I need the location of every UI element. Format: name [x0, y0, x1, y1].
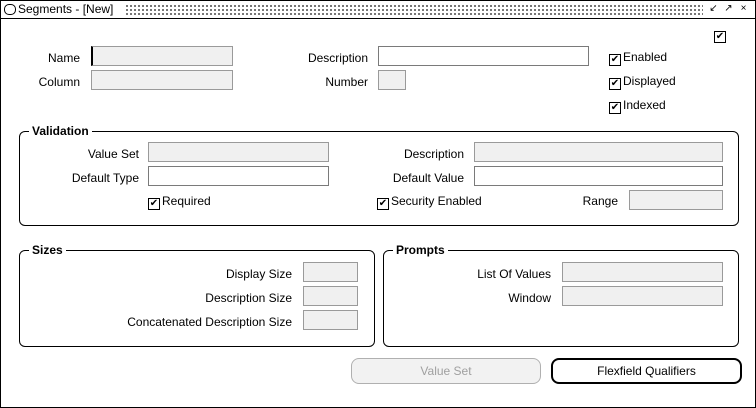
display-size-label: Display Size [225, 267, 292, 281]
enabled-checkbox[interactable]: ✔ Enabled [609, 49, 667, 66]
validation-description-field[interactable] [474, 142, 723, 162]
range-label: Range [582, 194, 618, 208]
check-icon: ✔ [714, 31, 726, 43]
flexfield-qualifiers-button[interactable]: Flexfield Qualifiers [551, 358, 742, 384]
check-icon: ✔ [609, 54, 621, 66]
window-title: Segments - [New] [18, 2, 114, 16]
name-field[interactable] [91, 46, 233, 66]
window-menu-icon[interactable] [4, 4, 16, 15]
range-field[interactable] [629, 190, 723, 210]
security-enabled-label: Security Enabled [391, 194, 482, 208]
number-field[interactable] [378, 70, 406, 90]
value-set-label: Value Set [87, 147, 139, 161]
concatenated-description-size-label: Concatenated Description Size [127, 315, 292, 329]
description-size-field[interactable] [303, 286, 358, 306]
column-label: Column [38, 75, 80, 89]
required-checkbox[interactable]: ✔ Required [148, 193, 211, 210]
description-field[interactable] [378, 46, 589, 66]
minimize-icon[interactable]: ↙ [707, 2, 720, 15]
default-type-field[interactable] [148, 166, 329, 186]
default-value-label: Default Value [392, 171, 464, 185]
context-checkbox[interactable]: ✔ [714, 26, 728, 43]
required-label: Required [162, 194, 211, 208]
check-icon: ✔ [609, 102, 621, 114]
list-of-values-field[interactable] [562, 262, 723, 282]
enabled-label: Enabled [623, 50, 668, 64]
title-bar[interactable]: Segments - [New] ↙ ↗ × [1, 1, 755, 19]
value-set-field[interactable] [148, 142, 329, 162]
number-label: Number [325, 75, 368, 89]
close-icon[interactable]: × [737, 2, 750, 15]
list-of-values-label: List Of Values [477, 267, 551, 281]
description-label: Description [307, 51, 368, 65]
indexed-label: Indexed [623, 98, 666, 112]
concatenated-description-size-field[interactable] [303, 310, 358, 330]
check-icon: ✔ [148, 198, 160, 210]
column-field[interactable] [91, 70, 233, 90]
segments-window: Segments - [New] ↙ ↗ × ✔ Name Column Des… [0, 0, 756, 408]
sizes-title: Sizes [29, 242, 66, 258]
check-icon: ✔ [609, 78, 621, 90]
title-bar-pattern [125, 4, 703, 15]
default-type-label: Default Type [71, 171, 139, 185]
default-value-field[interactable] [474, 166, 723, 186]
security-enabled-checkbox[interactable]: ✔ Security Enabled [377, 193, 482, 210]
validation-title: Validation [29, 123, 92, 139]
window-field[interactable] [562, 286, 723, 306]
value-set-button[interactable]: Value Set [351, 358, 541, 384]
maximize-icon[interactable]: ↗ [722, 2, 735, 15]
indexed-checkbox[interactable]: ✔ Indexed [609, 97, 666, 114]
display-size-field[interactable] [303, 262, 358, 282]
displayed-label: Displayed [623, 74, 676, 88]
check-icon: ✔ [377, 198, 389, 210]
name-label: Name [47, 51, 80, 65]
window-label: Window [508, 291, 551, 305]
displayed-checkbox[interactable]: ✔ Displayed [609, 73, 676, 90]
prompts-title: Prompts [393, 242, 448, 258]
description-size-label: Description Size [205, 291, 292, 305]
validation-description-label: Description [403, 147, 464, 161]
